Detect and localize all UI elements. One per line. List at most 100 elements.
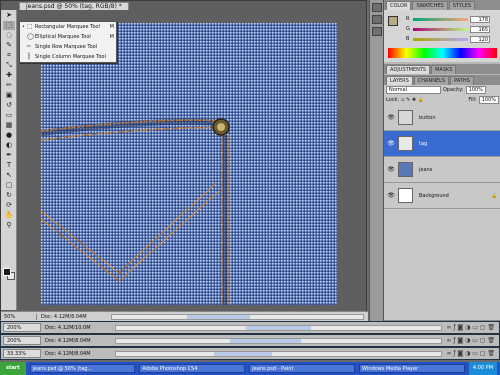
horizontal-scrollbar[interactable] — [115, 337, 443, 344]
healing-tool-icon[interactable]: ✚ — [3, 71, 15, 80]
eye-icon[interactable]: 👁 — [384, 114, 398, 121]
3d-orbit-tool-icon[interactable]: ⟳ — [3, 201, 15, 210]
mini-doc-icons: ∞ ƒ ◙ ◑ ▭ ▢ 🗑 — [446, 324, 495, 331]
layer-thumbnail — [398, 110, 413, 125]
tab-styles[interactable]: STYLES — [448, 1, 476, 10]
blur-tool-icon[interactable]: ● — [3, 131, 15, 140]
foreground-color-swatch[interactable] — [3, 268, 11, 276]
layer-thumbnail — [398, 162, 413, 177]
taskbar-item[interactable]: Adobe Photoshop CS4 — [139, 364, 246, 373]
flyout-item-rectangular-marquee[interactable]: • ⬚ Rectangular Marquee Tool M — [20, 22, 116, 32]
stamp-tool-icon[interactable]: ▣ — [3, 91, 15, 100]
color-panel: COLOR SWATCHES STYLES R 178 G 165 B 120 — [384, 0, 500, 62]
windows-taskbar: start jeans.psd @ 50% (tag... Adobe Phot… — [0, 362, 500, 375]
lock-icon: 🔒 — [491, 192, 498, 199]
eye-icon[interactable]: 👁 — [384, 192, 398, 199]
image-canvas[interactable] — [41, 23, 337, 305]
tab-masks[interactable]: MASKS — [431, 65, 457, 74]
document-window: jeans.psd @ 50% (tag, RGB/8) * ➤ ⬚ ◌ ✎ ⌗… — [0, 0, 368, 321]
zoom-level[interactable]: 50% — [1, 313, 37, 320]
layers-panel: LAYERS CHANNELS PATHS Normal Opacity: 10… — [384, 75, 500, 330]
tab-swatches[interactable]: SWATCHES — [412, 1, 448, 10]
opacity-field[interactable]: 100% — [465, 86, 486, 94]
flyout-item-elliptical-marquee[interactable]: ◯ Elliptical Marquee Tool M — [20, 32, 116, 42]
red-value-field[interactable]: 178 — [470, 15, 490, 23]
tab-adjustments[interactable]: ADJUSTMENTS — [386, 65, 431, 74]
tab-channels[interactable]: CHANNELS — [413, 76, 450, 85]
marquee-tool-flyout: • ⬚ Rectangular Marquee Tool M ◯ Ellipti… — [19, 21, 117, 63]
brushes-panel-icon[interactable] — [372, 27, 382, 36]
hand-tool-icon[interactable]: ✋ — [3, 211, 15, 220]
blue-value-field[interactable]: 120 — [470, 35, 490, 43]
flyout-item-single-column-marquee[interactable]: ┇ Single Column Marquee Tool — [20, 52, 116, 62]
path-select-tool-icon[interactable]: ↖ — [3, 171, 15, 180]
eraser-tool-icon[interactable]: ▭ — [3, 111, 15, 120]
zoom-tool-icon[interactable]: ⚲ — [3, 221, 15, 230]
horizontal-scrollbar[interactable] — [115, 350, 443, 357]
tools-panel: ➤ ⬚ ◌ ✎ ⌗ ⤡ ✚ ✏ ▣ ↺ ▭ ▦ ● ◐ ✒ T ↖ ▢ ↻ ⟳ … — [1, 10, 17, 310]
red-slider[interactable] — [413, 17, 468, 21]
quick-select-tool-icon[interactable]: ✎ — [3, 41, 15, 50]
green-slider[interactable] — [413, 27, 468, 31]
dodge-tool-icon[interactable]: ◐ — [3, 141, 15, 150]
lasso-tool-icon[interactable]: ◌ — [3, 31, 15, 40]
taskbar-item[interactable]: jeans.psd - Paint — [249, 364, 356, 373]
history-brush-tool-icon[interactable]: ↺ — [3, 101, 15, 110]
taskbar-item[interactable]: Windows Media Player — [359, 364, 465, 373]
layer-row-tag[interactable]: 👁 tag — [384, 131, 500, 157]
document-tab[interactable]: jeans.psd @ 50% (tag, RGB/8) * — [19, 2, 129, 10]
right-panels: COLOR SWATCHES STYLES R 178 G 165 B 120 … — [383, 0, 500, 330]
actions-panel-icon[interactable] — [372, 15, 382, 24]
green-value-field[interactable]: 165 — [470, 25, 490, 33]
type-tool-icon[interactable]: T — [3, 161, 15, 170]
pen-tool-icon[interactable]: ✒ — [3, 151, 15, 160]
start-button[interactable]: start — [0, 362, 26, 375]
single-column-marquee-icon: ┇ — [27, 53, 31, 60]
color-panel-tabs: COLOR SWATCHES STYLES — [384, 0, 500, 10]
3d-rotate-tool-icon[interactable]: ↻ — [3, 191, 15, 200]
color-spectrum-bar[interactable] — [388, 48, 497, 58]
lock-icons[interactable]: ▫ ✎ ✚ 🔒 — [401, 97, 424, 103]
tab-color[interactable]: COLOR — [386, 1, 412, 10]
move-tool-icon[interactable]: ➤ — [3, 11, 15, 20]
eye-icon[interactable]: 👁 — [384, 140, 398, 147]
jeans-image — [41, 23, 337, 305]
shape-tool-icon[interactable]: ▢ — [3, 181, 15, 190]
rectangle-marquee-icon: ⬚ — [27, 23, 33, 30]
layer-row-background[interactable]: 👁 Background 🔒 — [384, 183, 500, 209]
blend-opacity-row: Normal Opacity: 100% — [384, 85, 500, 95]
minimized-document-3[interactable]: 33.33% Doc: 4.12M/8.04M ∞ ƒ ◙ ◑ ▭ ▢ 🗑 — [0, 347, 500, 360]
gradient-tool-icon[interactable]: ▦ — [3, 121, 15, 130]
blue-slider[interactable] — [413, 37, 468, 41]
tab-paths[interactable]: PATHS — [450, 76, 474, 85]
single-row-marquee-icon: ┅ — [27, 43, 31, 50]
horizontal-scrollbar[interactable] — [111, 313, 364, 320]
marquee-tool-icon[interactable]: ⬚ — [3, 21, 15, 30]
eye-icon[interactable]: 👁 — [384, 166, 398, 173]
crop-tool-icon[interactable]: ⌗ — [3, 51, 15, 60]
history-panel-icon[interactable] — [372, 3, 382, 12]
horizontal-scrollbar[interactable] — [115, 324, 443, 331]
taskbar-item[interactable]: jeans.psd @ 50% (tag... — [29, 364, 136, 373]
eyedropper-tool-icon[interactable]: ⤡ — [3, 61, 15, 70]
foreground-color-chip[interactable] — [388, 16, 398, 26]
ellipse-marquee-icon: ◯ — [27, 33, 34, 40]
doc-size: Doc: 4.12M/8.04M — [41, 313, 87, 320]
fill-label: Fill: — [468, 97, 477, 103]
brush-tool-icon[interactable]: ✏ — [3, 81, 15, 90]
tab-layers[interactable]: LAYERS — [386, 76, 413, 85]
lock-label: Lock: — [386, 97, 400, 103]
panel-dock — [369, 0, 383, 330]
layers-panel-tabs: LAYERS CHANNELS PATHS — [384, 75, 500, 85]
green-slider-row: G 165 — [406, 25, 490, 33]
blend-mode-select[interactable]: Normal — [386, 86, 441, 94]
layer-row-button[interactable]: 👁 button — [384, 105, 500, 131]
minimized-document-2[interactable]: 200% Doc: 4.12M/8.04M ∞ ƒ ◙ ◑ ▭ ▢ 🗑 — [0, 334, 500, 347]
fill-field[interactable]: 100% — [478, 96, 499, 104]
layer-thumbnail — [398, 136, 413, 151]
minimized-document-1[interactable]: 200% Doc: 4.12M/10.0M ∞ ƒ ◙ ◑ ▭ ▢ 🗑 — [0, 321, 500, 334]
layer-row-jeans[interactable]: 👁 jeans — [384, 157, 500, 183]
scrollbar-thumb[interactable] — [187, 314, 251, 319]
document-status-bar: 50% Doc: 4.12M/8.04M — [1, 311, 368, 321]
flyout-item-single-row-marquee[interactable]: ┅ Single Row Marquee Tool — [20, 42, 116, 52]
